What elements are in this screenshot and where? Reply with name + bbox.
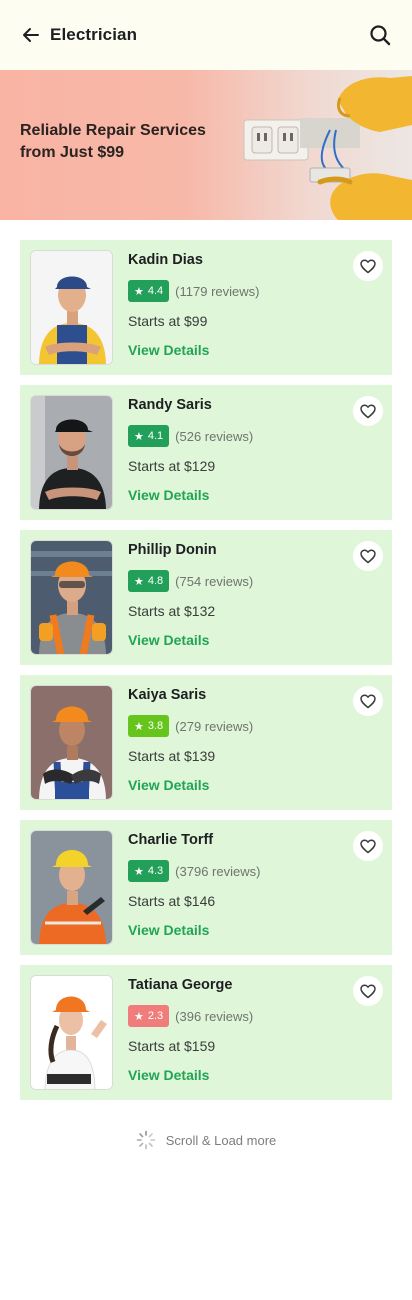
provider-photo: [30, 830, 113, 945]
starting-price: Starts at $129: [128, 458, 216, 474]
review-count: (1179 reviews): [175, 283, 260, 299]
page-title: Electrician: [50, 25, 138, 44]
provider-photo: [30, 975, 113, 1090]
rating-row: ★ 2.3 (396 reviews): [128, 1005, 253, 1027]
load-more-indicator: Scroll & Load more: [0, 1128, 412, 1152]
heart-icon[interactable]: [353, 831, 383, 861]
star-icon: ★: [134, 430, 144, 443]
view-details-link[interactable]: View Details: [128, 922, 209, 938]
star-icon: ★: [134, 1010, 144, 1023]
rating-badge: ★ 4.1: [128, 425, 170, 447]
promo-banner[interactable]: Reliable Repair Services from Just $99: [0, 70, 412, 220]
provider-card[interactable]: Kadin Dias ★ 4.4 (1179 reviews) Starts a…: [20, 240, 392, 375]
provider-name: Kadin Dias: [128, 252, 203, 268]
star-icon: ★: [134, 285, 144, 298]
view-details-link[interactable]: View Details: [128, 777, 209, 793]
view-details-link[interactable]: View Details: [128, 487, 209, 503]
view-details-link[interactable]: View Details: [128, 632, 209, 648]
view-details-link[interactable]: View Details: [128, 1067, 209, 1083]
review-count: (526 reviews): [175, 428, 254, 444]
rating-row: ★ 4.4 (1179 reviews): [128, 280, 259, 302]
rating-row: ★ 3.8 (279 reviews): [128, 715, 253, 737]
heart-icon[interactable]: [353, 686, 383, 716]
rating-row: ★ 4.8 (754 reviews): [128, 570, 253, 592]
star-icon: ★: [134, 720, 144, 733]
provider-card[interactable]: Randy Saris ★ 4.1 (526 reviews) Starts a…: [20, 385, 392, 520]
rating-badge: ★ 4.3: [128, 860, 170, 882]
provider-name: Charlie Torff: [128, 832, 214, 848]
starting-price: Starts at $99: [128, 313, 208, 329]
provider-photo: [30, 685, 113, 800]
load-more-text: Scroll & Load more: [165, 1132, 277, 1148]
provider-name: Tatiana George: [128, 977, 233, 993]
starting-price: Starts at $159: [128, 1038, 216, 1054]
provider-name: Phillip Donin: [128, 542, 217, 558]
search-icon[interactable]: [368, 23, 392, 47]
app-header: Electrician: [0, 0, 412, 70]
review-count: (754 reviews): [175, 573, 254, 589]
back-arrow-icon[interactable]: [20, 24, 42, 46]
starting-price: Starts at $146: [128, 893, 216, 909]
rating-value: 4.3: [147, 865, 164, 877]
rating-badge: ★ 4.4: [128, 280, 170, 302]
heart-icon[interactable]: [353, 251, 383, 281]
provider-photo: [30, 250, 113, 365]
view-details-link[interactable]: View Details: [128, 342, 209, 358]
spinner-icon: [136, 1130, 156, 1150]
banner-headline: Reliable Repair Services from Just $99: [20, 122, 206, 161]
heart-icon[interactable]: [353, 541, 383, 571]
rating-row: ★ 4.3 (3796 reviews): [128, 860, 260, 882]
provider-card[interactable]: Kaiya Saris ★ 3.8 (279 reviews) Starts a…: [20, 675, 392, 810]
rating-badge: ★ 3.8: [128, 715, 170, 737]
provider-card[interactable]: Phillip Donin ★ 4.8 (754 reviews) Starts…: [20, 530, 392, 665]
provider-photo: [30, 395, 113, 510]
star-icon: ★: [134, 575, 144, 588]
provider-name: Kaiya Saris: [128, 687, 207, 703]
rating-value: 3.8: [147, 720, 164, 732]
rating-value: 4.4: [147, 285, 164, 297]
rating-badge: ★ 2.3: [128, 1005, 170, 1027]
provider-card[interactable]: Charlie Torff ★ 4.3 (3796 reviews) Start…: [20, 820, 392, 955]
heart-icon[interactable]: [353, 396, 383, 426]
rating-value: 4.1: [147, 430, 164, 442]
heart-icon[interactable]: [353, 976, 383, 1006]
review-count: (3796 reviews): [175, 863, 261, 879]
review-count: (279 reviews): [175, 718, 254, 734]
starting-price: Starts at $132: [128, 603, 216, 619]
review-count: (396 reviews): [175, 1008, 254, 1024]
rating-value: 4.8: [147, 575, 164, 587]
provider-name: Randy Saris: [128, 397, 212, 413]
star-icon: ★: [134, 865, 144, 878]
provider-list: Kadin Dias ★ 4.4 (1179 reviews) Starts a…: [20, 240, 392, 1110]
starting-price: Starts at $139: [128, 748, 216, 764]
rating-value: 2.3: [147, 1010, 164, 1022]
rating-row: ★ 4.1 (526 reviews): [128, 425, 253, 447]
rating-badge: ★ 4.8: [128, 570, 170, 592]
provider-card[interactable]: Tatiana George ★ 2.3 (396 reviews) Start…: [20, 965, 392, 1100]
provider-photo: [30, 540, 113, 655]
